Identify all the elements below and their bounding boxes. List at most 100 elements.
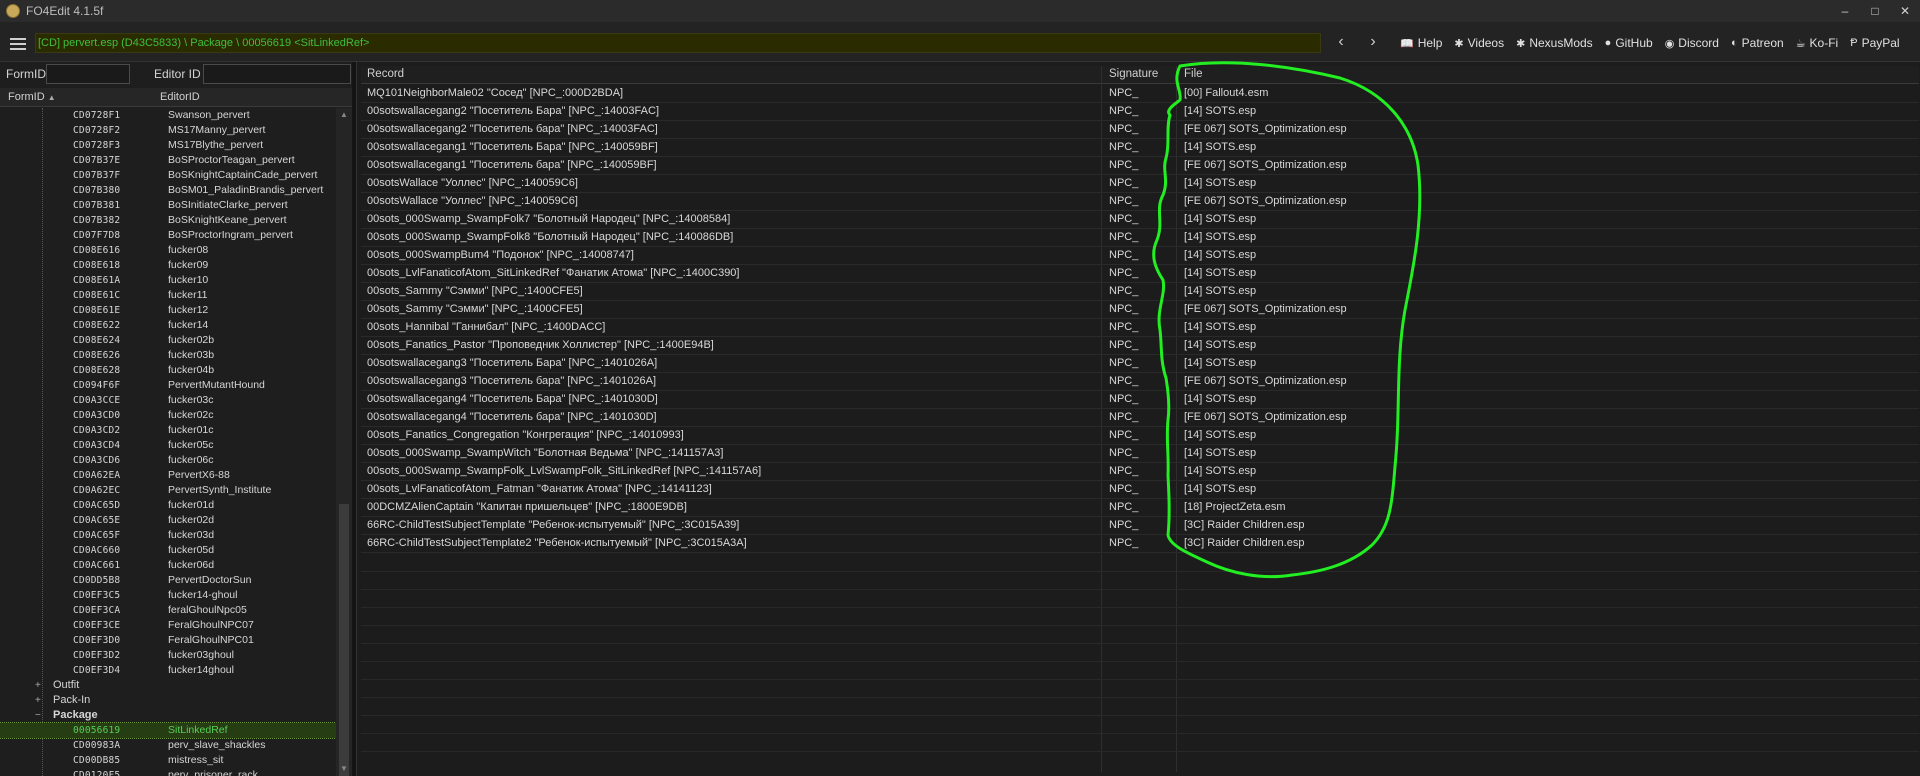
link-videos[interactable]: ✱ Videos xyxy=(1454,36,1504,50)
grid-row[interactable]: 00sots_000Swamp_SwampWitch "Болотная Вед… xyxy=(361,445,1919,463)
record-column-header[interactable]: Record xyxy=(367,68,404,80)
tree-row[interactable]: CD0EF3CE FeralGhoulNPC07 xyxy=(0,618,336,633)
tree-row[interactable]: CD08E624 fucker02b xyxy=(0,333,336,348)
expand-icon[interactable]: + xyxy=(35,693,41,708)
tree-row[interactable]: CD08E622 fucker14 xyxy=(0,318,336,333)
scroll-up-icon[interactable]: ▲ xyxy=(339,110,349,119)
tree-row[interactable]: CD00DB85 mistress_sit xyxy=(0,753,336,768)
tree-row[interactable]: CD0A62EA PervertX6-88 xyxy=(0,468,336,483)
link-ko-fi[interactable]: ☕ Ko-Fi xyxy=(1796,36,1839,50)
grid-row[interactable]: 00sots_000Swamp_SwampFolk7 "Болотный Нар… xyxy=(361,211,1919,229)
tree-row[interactable]: CD0728F1 Swanson_pervert xyxy=(0,108,336,123)
back-arrow-icon[interactable]: ‹ xyxy=(1331,33,1351,53)
tree-row-selected[interactable]: 00056619 SitLinkedRef xyxy=(0,722,336,739)
grid-row[interactable]: 00sotswallacegang3 "Посетитель Бара" [NP… xyxy=(361,355,1919,373)
tree-group-pack-in[interactable]: + Pack-In xyxy=(0,693,336,708)
grid-row[interactable]: 66RC-ChildTestSubjectTemplate2 "Ребенок-… xyxy=(361,535,1919,553)
tree-group-package[interactable]: − Package xyxy=(0,708,336,723)
editorid-filter-input[interactable] xyxy=(203,64,351,84)
tree-row[interactable]: CD0A62EC PervertSynth_Institute xyxy=(0,483,336,498)
scroll-down-icon[interactable]: ▼ xyxy=(339,764,349,773)
tree-row[interactable]: CD00983A perv_slave_shackles xyxy=(0,738,336,753)
link-discord[interactable]: ◉ Discord xyxy=(1665,36,1719,50)
grid-row[interactable]: 66RC-ChildTestSubjectTemplate "Ребенок-и… xyxy=(361,517,1919,535)
record-path-field[interactable]: [CD] pervert.esp (D43C5833) \ Package \ … xyxy=(35,33,1321,53)
link-patreon[interactable]: ◐ Patreon xyxy=(1731,36,1784,50)
tree-row[interactable]: CD07B37E BoSProctorTeagan_pervert xyxy=(0,153,336,168)
collapse-icon[interactable]: − xyxy=(35,708,41,723)
tree-row[interactable]: CD0A3CD6 fucker06c xyxy=(0,453,336,468)
tree-row[interactable]: CD0EF3D0 FeralGhoulNPC01 xyxy=(0,633,336,648)
grid-row[interactable]: 00sotswallacegang2 "Посетитель Бара" [NP… xyxy=(361,103,1919,121)
tree-row[interactable]: CD0EF3C5 fucker14-ghoul xyxy=(0,588,336,603)
tree-row[interactable]: CD07F7D8 BoSProctorIngram_pervert xyxy=(0,228,336,243)
tree-row[interactable]: CD0AC65F fucker03d xyxy=(0,528,336,543)
tree-row[interactable]: CD07B37F BoSKnightCaptainCade_pervert xyxy=(0,168,336,183)
grid-row[interactable]: 00sotsWallace "Уоллес" [NPC_:140059C6] NP… xyxy=(361,193,1919,211)
tree-row[interactable]: CD0AC661 fucker06d xyxy=(0,558,336,573)
grid-row[interactable]: 00sots_Fanatics_Pastor "Проповедник Холл… xyxy=(361,337,1919,355)
link-paypal[interactable]: Ᵽ PayPal xyxy=(1850,36,1899,50)
forward-arrow-icon[interactable]: › xyxy=(1363,33,1383,53)
grid-row[interactable]: 00sots_Sammy "Сэмми" [NPC_:1400CFE5] NPC_… xyxy=(361,283,1919,301)
tree-scrollbar[interactable]: ▲ ▼ xyxy=(336,108,352,776)
grid-row[interactable]: 00sots_Sammy "Сэмми" [NPC_:1400CFE5] NPC_… xyxy=(361,301,1919,319)
minimize-button[interactable]: – xyxy=(1830,0,1860,22)
tree-row[interactable]: CD08E61C fucker11 xyxy=(0,288,336,303)
tree-row[interactable]: CD0120F5 perv_prisoner_rack xyxy=(0,768,336,776)
tree-row[interactable]: CD0728F2 MS17Manny_pervert xyxy=(0,123,336,138)
hamburger-menu-icon[interactable] xyxy=(10,38,26,53)
grid-row[interactable]: 00DCMZAlienCaptain "Капитан пришельцев" … xyxy=(361,499,1919,517)
tree-row[interactable]: CD0A3CD2 fucker01c xyxy=(0,423,336,438)
tree-row[interactable]: CD0EF3D4 fucker14ghoul xyxy=(0,663,336,678)
grid-row[interactable]: 00sotswallacegang3 "Посетитель бара" [NP… xyxy=(361,373,1919,391)
tree-row[interactable]: CD08E61A fucker10 xyxy=(0,273,336,288)
scrollbar-thumb[interactable] xyxy=(339,504,349,776)
tree-row[interactable]: CD08E628 fucker04b xyxy=(0,363,336,378)
grid-row[interactable]: 00sotsWallace "Уоллес" [NPC_:140059C6] NP… xyxy=(361,175,1919,193)
close-button[interactable]: ✕ xyxy=(1890,0,1920,22)
tree-row[interactable]: CD07B381 BoSInitiateClarke_pervert xyxy=(0,198,336,213)
tree-row[interactable]: CD0EF3CA feralGhoulNpc05 xyxy=(0,603,336,618)
tree-row[interactable]: CD094F6F PervertMutantHound xyxy=(0,378,336,393)
formid-column-header[interactable]: FormID ▲ xyxy=(8,91,56,103)
grid-row[interactable]: MQ101NeighborMale02 "Сосед" [NPC_:000D2B… xyxy=(361,85,1919,103)
tree-row[interactable]: CD07B382 BoSKnightKeane_pervert xyxy=(0,213,336,228)
tree-row[interactable]: CD0EF3D2 fucker03ghoul xyxy=(0,648,336,663)
grid-row[interactable]: 00sots_000SwampBum4 "Подонок" [NPC_:1400… xyxy=(361,247,1919,265)
tree-row[interactable]: CD0DD5B8 PervertDoctorSun xyxy=(0,573,336,588)
editorid-column-header[interactable]: EditorID xyxy=(160,91,200,103)
grid-row[interactable]: 00sotswallacegang2 "Посетитель бара" [NP… xyxy=(361,121,1919,139)
link-github[interactable]: ● GitHub xyxy=(1605,36,1653,50)
grid-row[interactable]: 00sotswallacegang1 "Посетитель бара" [NP… xyxy=(361,157,1919,175)
grid-row[interactable]: 00sots_Hannibal "Ганнибал" [NPC_:1400DAC… xyxy=(361,319,1919,337)
maximize-button[interactable]: □ xyxy=(1860,0,1890,22)
tree-row[interactable]: CD07B380 BoSM01_PaladinBrandis_pervert xyxy=(0,183,336,198)
tree-row[interactable]: CD0AC660 fucker05d xyxy=(0,543,336,558)
tree-row[interactable]: CD08E618 fucker09 xyxy=(0,258,336,273)
formid-filter-input[interactable] xyxy=(46,64,130,84)
grid-row[interactable]: 00sots_LvlFanaticofAtom_Fatman "Фанатик … xyxy=(361,481,1919,499)
tree-group-outfit[interactable]: + Outfit xyxy=(0,678,336,693)
tree-row[interactable]: CD08E626 fucker03b xyxy=(0,348,336,363)
expand-icon[interactable]: + xyxy=(35,678,41,693)
tree-row[interactable]: CD08E61E fucker12 xyxy=(0,303,336,318)
tree-row[interactable]: CD08E616 fucker08 xyxy=(0,243,336,258)
tree-row[interactable]: CD0728F3 MS17Blythe_pervert xyxy=(0,138,336,153)
signature-column-header[interactable]: Signature xyxy=(1109,68,1158,80)
grid-row[interactable]: 00sotswallacegang1 "Посетитель Бара" [NP… xyxy=(361,139,1919,157)
tree-row[interactable]: CD0AC65D fucker01d xyxy=(0,498,336,513)
grid-row[interactable]: 00sotswallacegang4 "Посетитель бара" [NP… xyxy=(361,409,1919,427)
tree-row[interactable]: CD0A3CD4 fucker05c xyxy=(0,438,336,453)
grid-row[interactable]: 00sots_000Swamp_SwampFolk8 "Болотный Нар… xyxy=(361,229,1919,247)
tree-row[interactable]: CD0AC65E fucker02d xyxy=(0,513,336,528)
grid-row[interactable]: 00sots_Fanatics_Congregation "Конгрегаци… xyxy=(361,427,1919,445)
link-help[interactable]: 📖 Help xyxy=(1400,36,1442,50)
link-nexusmods[interactable]: ✱ NexusMods xyxy=(1516,36,1593,50)
grid-row[interactable]: 00sots_LvlFanaticofAtom_SitLinkedRef "Фа… xyxy=(361,265,1919,283)
tree-row[interactable]: CD0A3CCE fucker03c xyxy=(0,393,336,408)
grid-row[interactable]: 00sots_000Swamp_SwampFolk_LvlSwampFolk_S… xyxy=(361,463,1919,481)
file-column-header[interactable]: File xyxy=(1184,68,1203,80)
grid-row[interactable]: 00sotswallacegang4 "Посетитель Бара" [NP… xyxy=(361,391,1919,409)
tree-row[interactable]: CD0A3CD0 fucker02c xyxy=(0,408,336,423)
